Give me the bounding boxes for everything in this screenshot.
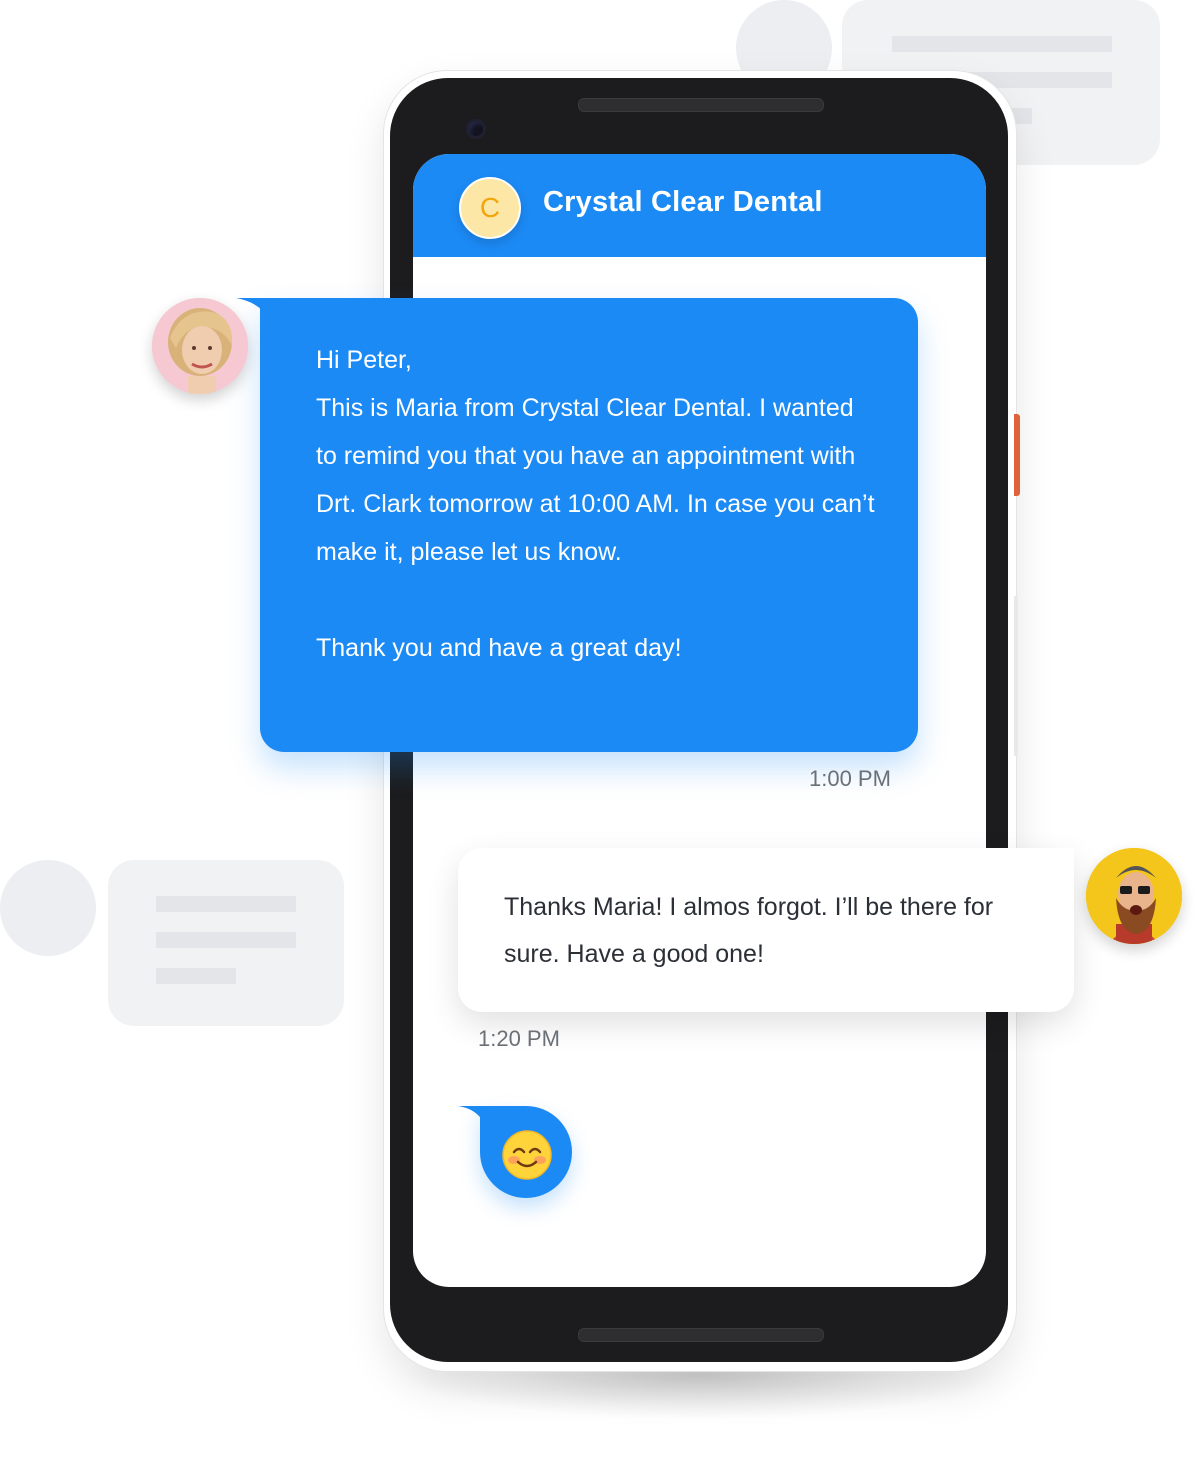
message-closing: Thank you and have a great day!: [316, 634, 682, 662]
message-timestamp: 1:00 PM: [809, 766, 891, 791]
front-camera: [466, 119, 486, 139]
incoming-message-bubble: Hi Peter, This is Maria from Crystal Cle…: [260, 298, 918, 752]
incoming-message-text: Hi Peter, This is Maria from Crystal Cle…: [316, 336, 876, 672]
outgoing-message-bubble: Thanks Maria! I almos forgot. I’ll be th…: [458, 848, 1074, 1012]
volume-button: [1014, 596, 1018, 756]
power-button: [1014, 414, 1020, 496]
chat-header: C Crystal Clear Dental: [413, 154, 986, 257]
message-timestamp: 1:20 PM: [478, 1026, 560, 1051]
business-logo-icon: C: [459, 177, 521, 239]
outgoing-message-text: Thanks Maria! I almos forgot. I’ll be th…: [504, 884, 1044, 978]
emoji-message-bubble: [480, 1106, 572, 1198]
chat-title: Crystal Clear Dental: [543, 186, 823, 218]
message-body: This is Maria from Crystal Clear Dental.…: [316, 394, 875, 566]
message-greeting: Hi Peter,: [316, 346, 412, 374]
outgoing-message-body: Thanks Maria! I almos forgot. I’ll be th…: [504, 893, 994, 968]
top-speaker: [578, 98, 824, 112]
bottom-speaker: [578, 1328, 824, 1342]
smiling-face-emoji: [502, 1130, 552, 1180]
logo-letter: C: [479, 192, 501, 223]
bearded-man-avatar: [1086, 848, 1182, 944]
female-agent-avatar: [152, 298, 248, 394]
